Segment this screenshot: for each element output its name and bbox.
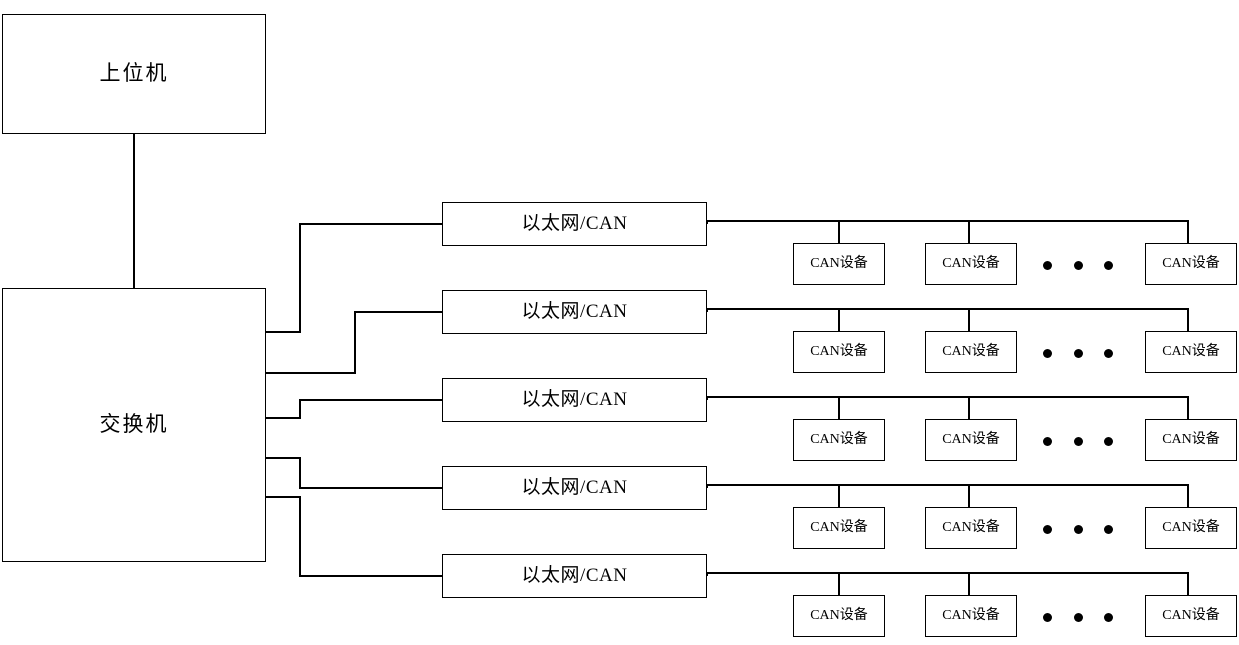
wire-bus-5 xyxy=(706,572,1189,595)
ellipsis-row-5 xyxy=(1043,612,1113,622)
gateway-label-5: 以太网/CAN xyxy=(521,564,628,586)
ellipsis-row-2 xyxy=(1043,348,1113,358)
gateway-label-4: 以太网/CAN xyxy=(521,476,628,498)
can-device-label: CAN设备 xyxy=(810,432,868,448)
gateway-label-2: 以太网/CAN xyxy=(521,300,628,322)
ellipsis-dot xyxy=(1043,348,1052,358)
ellipsis-dot xyxy=(1073,524,1083,534)
wire-switch-port-3 xyxy=(266,399,442,419)
gateway-box-3[interactable]: 以太网/CAN xyxy=(442,378,707,422)
can-device-box[interactable]: CAN设备 xyxy=(1145,243,1237,285)
ellipsis-dot xyxy=(1104,348,1113,358)
can-device-label: CAN设备 xyxy=(810,608,868,624)
gateway-box-2[interactable]: 以太网/CAN xyxy=(442,290,707,334)
gateway-box-5[interactable]: 以太网/CAN xyxy=(442,554,707,598)
can-device-box[interactable]: CAN设备 xyxy=(1145,595,1237,637)
can-device-label: CAN设备 xyxy=(1162,520,1220,536)
gateway-label-1: 以太网/CAN xyxy=(521,212,628,234)
can-device-box[interactable]: CAN设备 xyxy=(925,331,1017,373)
can-device-box[interactable]: CAN设备 xyxy=(1145,331,1237,373)
can-device-box[interactable]: CAN设备 xyxy=(793,243,885,285)
wire-bus-1 xyxy=(706,220,1189,243)
ellipsis-dot xyxy=(1104,612,1113,622)
can-device-label: CAN设备 xyxy=(942,432,1000,448)
ellipsis-dot xyxy=(1104,260,1113,270)
host-computer-box[interactable]: 上位机 xyxy=(2,14,266,134)
can-device-box[interactable]: CAN设备 xyxy=(1145,507,1237,549)
can-device-label: CAN设备 xyxy=(942,344,1000,360)
can-device-box[interactable]: CAN设备 xyxy=(793,331,885,373)
ellipsis-dot xyxy=(1043,524,1052,534)
can-device-label: CAN设备 xyxy=(810,520,868,536)
ellipsis-dot xyxy=(1043,436,1052,446)
can-device-label: CAN设备 xyxy=(1162,256,1220,272)
can-device-label: CAN设备 xyxy=(1162,432,1220,448)
network-topology-diagram: 上位机 交换机 以太网/CAN 以太网/CAN 以太网/CAN 以太网/CAN … xyxy=(0,0,1239,645)
can-device-box[interactable]: CAN设备 xyxy=(925,507,1017,549)
can-device-box[interactable]: CAN设备 xyxy=(925,419,1017,461)
wire-switch-port-1 xyxy=(266,223,442,333)
can-device-box[interactable]: CAN设备 xyxy=(925,243,1017,285)
host-computer-label: 上位机 xyxy=(99,61,169,86)
ellipsis-dot xyxy=(1043,612,1052,622)
can-device-box[interactable]: CAN设备 xyxy=(793,595,885,637)
can-device-label: CAN设备 xyxy=(810,344,868,360)
wire-bus-4 xyxy=(706,484,1189,507)
can-device-box[interactable]: CAN设备 xyxy=(1145,419,1237,461)
can-device-box[interactable]: CAN设备 xyxy=(793,419,885,461)
ellipsis-dot xyxy=(1104,436,1113,446)
wire-switch-port-4 xyxy=(266,457,442,489)
can-device-label: CAN设备 xyxy=(1162,344,1220,360)
ellipsis-dot xyxy=(1073,260,1083,270)
gateway-box-1[interactable]: 以太网/CAN xyxy=(442,202,707,246)
wire-switch-port-5 xyxy=(266,496,442,577)
ellipsis-dot xyxy=(1073,348,1083,358)
gateway-label-3: 以太网/CAN xyxy=(521,388,628,410)
gateway-box-4[interactable]: 以太网/CAN xyxy=(442,466,707,510)
ellipsis-dot xyxy=(1073,612,1083,622)
can-device-box[interactable]: CAN设备 xyxy=(793,507,885,549)
can-device-label: CAN设备 xyxy=(942,608,1000,624)
ellipsis-dot xyxy=(1043,260,1052,270)
wire-bus-3 xyxy=(706,396,1189,419)
can-device-label: CAN设备 xyxy=(1162,608,1220,624)
ellipsis-row-3 xyxy=(1043,436,1113,446)
wire-switch-port-2 xyxy=(266,311,442,374)
can-device-label: CAN设备 xyxy=(942,520,1000,536)
ellipsis-row-1 xyxy=(1043,260,1113,270)
can-device-label: CAN设备 xyxy=(942,256,1000,272)
ellipsis-dot xyxy=(1073,436,1083,446)
can-device-box[interactable]: CAN设备 xyxy=(925,595,1017,637)
wire-bus-2 xyxy=(706,308,1189,331)
ellipsis-dot xyxy=(1104,524,1113,534)
ellipsis-row-4 xyxy=(1043,524,1113,534)
switch-box[interactable]: 交换机 xyxy=(2,288,266,562)
switch-label: 交换机 xyxy=(99,412,169,437)
can-device-label: CAN设备 xyxy=(810,256,868,272)
